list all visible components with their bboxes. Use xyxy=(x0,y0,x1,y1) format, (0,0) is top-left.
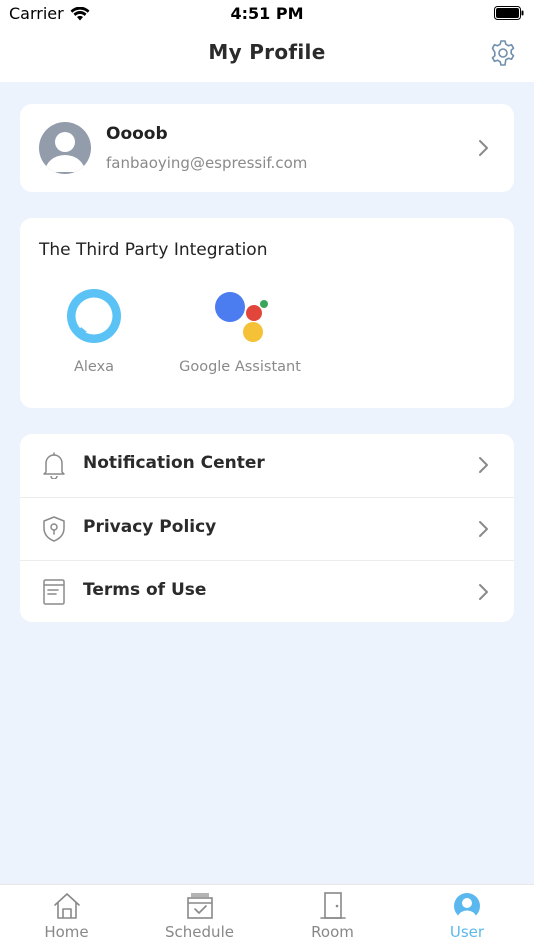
tab-label-schedule: Schedule xyxy=(165,923,234,941)
chevron-right-icon xyxy=(479,584,488,600)
shield-icon xyxy=(43,516,65,542)
chevron-right-icon xyxy=(479,140,488,156)
tab-schedule[interactable]: Schedule xyxy=(133,885,266,950)
tab-label-home: Home xyxy=(44,923,89,941)
integration-card: The Third Party Integration Alexa Google… xyxy=(20,218,514,408)
user-name: Oooob xyxy=(106,124,168,144)
user-icon xyxy=(454,893,480,920)
document-icon xyxy=(43,579,65,605)
home-icon xyxy=(53,893,80,919)
calendar-icon xyxy=(186,893,213,919)
alexa-label: Alexa xyxy=(73,359,115,375)
gear-icon xyxy=(491,40,515,66)
chevron-right-icon xyxy=(479,457,488,473)
tab-label-user: User xyxy=(449,923,485,941)
tab-home[interactable]: Home xyxy=(0,885,133,950)
avatar xyxy=(39,122,91,174)
tab-label-room: Room xyxy=(311,923,354,941)
google-assistant-label: Google Assistant xyxy=(179,359,301,375)
menu-card: Notification Center Privacy Policy Terms… xyxy=(20,434,514,622)
alexa-icon xyxy=(67,289,121,343)
door-icon xyxy=(319,892,346,919)
battery-icon xyxy=(494,6,524,20)
alexa-integration[interactable]: Alexa xyxy=(54,288,134,375)
navigation-bar: My Profile xyxy=(0,28,534,82)
google-assistant-integration[interactable]: Google Assistant xyxy=(170,288,310,375)
menu-label-notification-center: Notification Center xyxy=(83,453,265,473)
page-title: My Profile xyxy=(208,40,326,64)
menu-item-privacy-policy[interactable]: Privacy Policy xyxy=(20,497,514,560)
menu-label-privacy-policy: Privacy Policy xyxy=(83,517,217,537)
user-avatar-icon xyxy=(45,132,85,172)
user-email: fanbaoying@espressif.com xyxy=(106,154,308,172)
tab-user[interactable]: User xyxy=(400,885,534,950)
integration-title: The Third Party Integration xyxy=(39,240,268,260)
status-time: 4:51 PM xyxy=(230,4,304,23)
bell-icon xyxy=(43,452,65,479)
google-assistant-icon xyxy=(215,292,268,342)
profile-card[interactable]: Oooob fanbaoying@espressif.com xyxy=(20,104,514,192)
tab-room[interactable]: Room xyxy=(266,885,399,950)
chevron-right-icon xyxy=(479,521,488,537)
settings-button[interactable] xyxy=(488,38,518,68)
menu-label-terms-of-use: Terms of Use xyxy=(83,580,207,600)
status-bar: Carrier 4:51 PM xyxy=(0,0,534,28)
menu-item-notification-center[interactable]: Notification Center xyxy=(20,434,514,497)
menu-item-terms-of-use[interactable]: Terms of Use xyxy=(20,560,514,623)
tab-bar: Home Schedule Room User xyxy=(0,884,534,950)
